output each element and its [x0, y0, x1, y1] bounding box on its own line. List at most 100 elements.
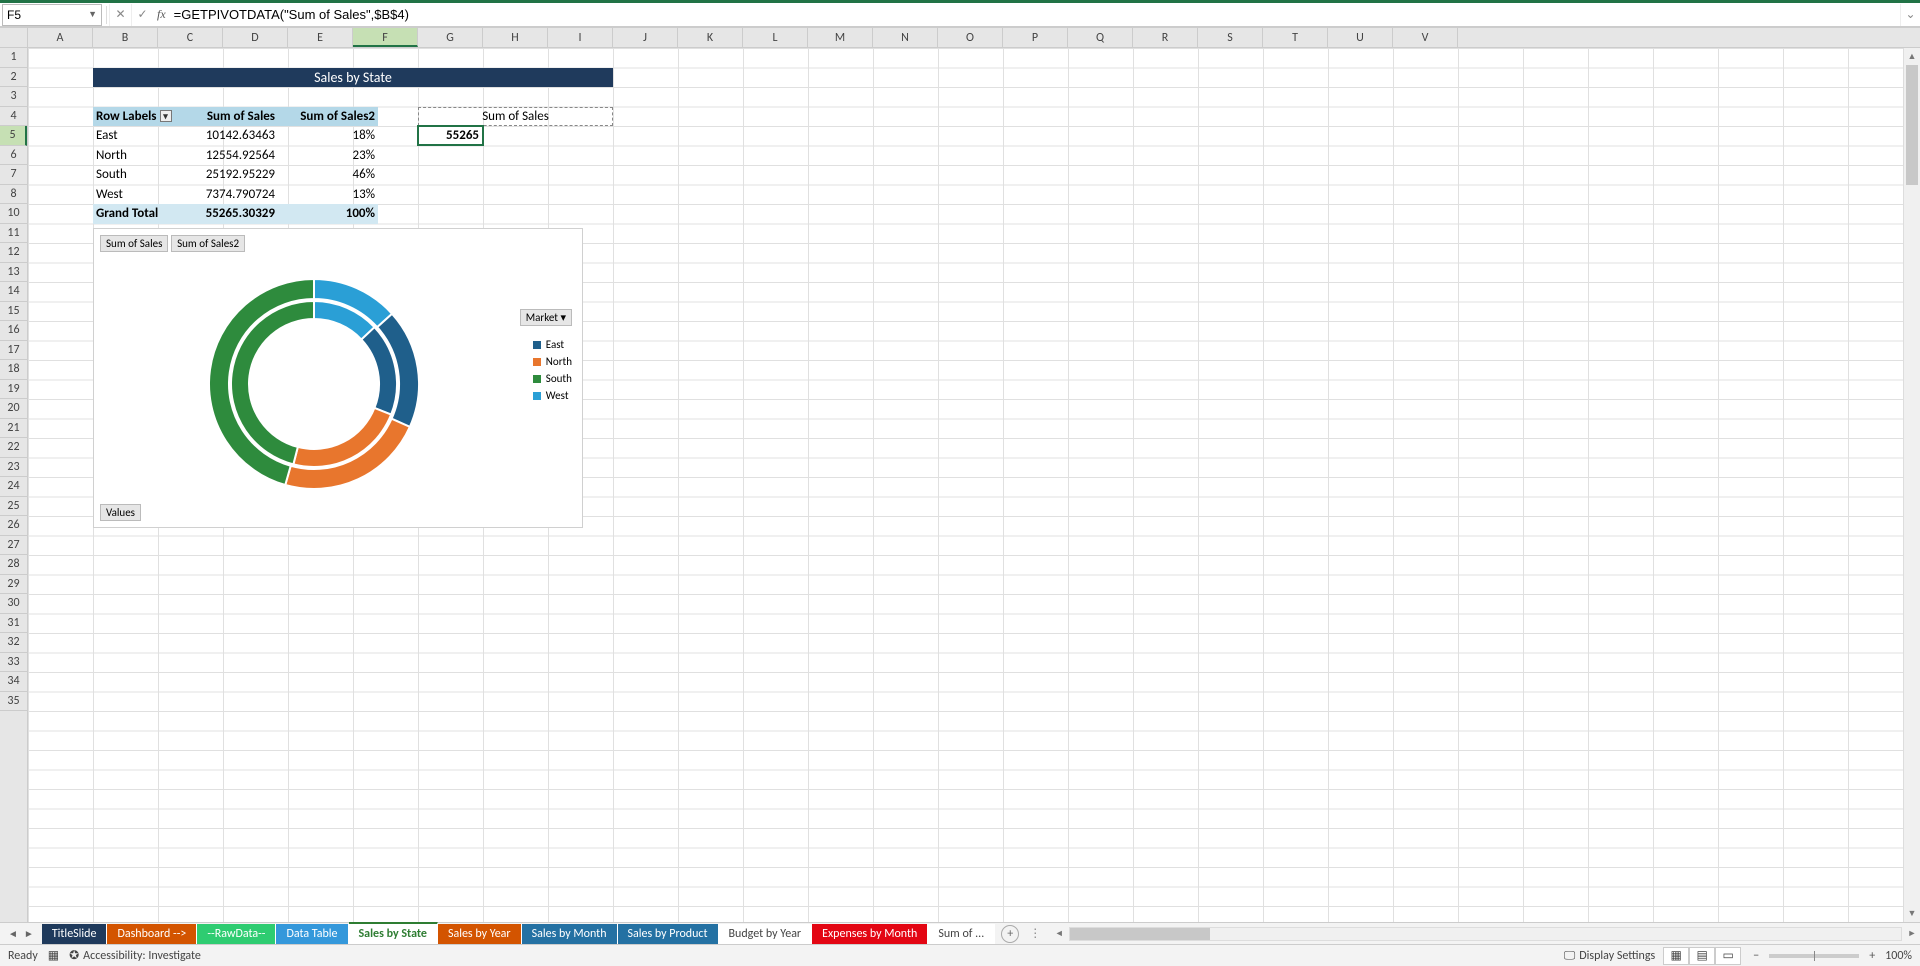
horizontal-scrollbar[interactable] — [1069, 927, 1902, 941]
pivot-filter-dropdown-icon[interactable]: ▾ — [160, 110, 172, 122]
col-header-O[interactable]: O — [938, 28, 1003, 47]
col-header-R[interactable]: R — [1133, 28, 1198, 47]
name-box[interactable]: ▼ — [2, 4, 102, 26]
tab-menu-icon[interactable]: ⋮ — [1025, 926, 1045, 941]
row-header-14[interactable]: 14 — [0, 282, 27, 302]
row-header-23[interactable]: 23 — [0, 458, 27, 478]
row-header-17[interactable]: 17 — [0, 341, 27, 361]
new-sheet-button[interactable]: + — [1001, 925, 1019, 943]
col-header-S[interactable]: S — [1198, 28, 1263, 47]
row-header-31[interactable]: 31 — [0, 614, 27, 634]
col-header-C[interactable]: C — [158, 28, 223, 47]
row-header-3[interactable]: 3 — [0, 87, 27, 107]
sheet-tab[interactable]: Sales by State — [349, 922, 438, 944]
row-header-5[interactable]: 5 — [0, 126, 27, 146]
sheet-tab[interactable]: Sales by Month — [522, 924, 618, 944]
col-header-J[interactable]: J — [613, 28, 678, 47]
row-header-22[interactable]: 22 — [0, 438, 27, 458]
row-header-1[interactable]: 1 — [0, 48, 27, 68]
sheet-tab[interactable]: Sum of ... — [928, 924, 995, 944]
macro-record-icon[interactable]: ▦ — [48, 948, 59, 963]
sheet-tab[interactable]: --RawData-- — [197, 924, 276, 944]
col-header-K[interactable]: K — [678, 28, 743, 47]
name-box-input[interactable] — [7, 8, 88, 22]
col-header-B[interactable]: B — [93, 28, 158, 47]
col-header-N[interactable]: N — [873, 28, 938, 47]
row-header-16[interactable]: 16 — [0, 321, 27, 341]
col-header-I[interactable]: I — [548, 28, 613, 47]
row-header-19[interactable]: 19 — [0, 380, 27, 400]
chart-values-btn[interactable]: Values — [100, 504, 141, 521]
select-all-corner[interactable] — [0, 28, 28, 47]
row-header-24[interactable]: 24 — [0, 477, 27, 497]
col-header-V[interactable]: V — [1393, 28, 1458, 47]
col-header-D[interactable]: D — [223, 28, 288, 47]
row-header-35[interactable]: 35 — [0, 692, 27, 712]
accessibility-status[interactable]: Accessibility: Investigate — [83, 949, 201, 963]
pivot-header-rowlabels[interactable]: Row Labels ▾ — [93, 107, 183, 127]
name-box-dropdown-icon[interactable]: ▼ — [88, 9, 97, 20]
chart-field-btn-2[interactable]: Sum of Sales2 — [171, 235, 245, 252]
row-header-4[interactable]: 4 — [0, 107, 27, 127]
sheet-tab[interactable]: Budget by Year — [719, 924, 813, 944]
view-pagelayout-icon[interactable]: ▤ — [1689, 947, 1715, 965]
sheet-tab[interactable]: TitleSlide — [42, 924, 108, 944]
zoom-level[interactable]: 100% — [1885, 949, 1912, 963]
row-header-30[interactable]: 30 — [0, 594, 27, 614]
row-header-18[interactable]: 18 — [0, 360, 27, 380]
display-settings[interactable]: Display Settings — [1579, 949, 1655, 963]
accessibility-icon[interactable]: ✪ — [69, 948, 79, 963]
zoom-slider[interactable] — [1769, 954, 1859, 958]
hscroll-left-icon[interactable]: ◄ — [1051, 928, 1067, 939]
row-header-8[interactable]: 8 — [0, 185, 27, 205]
sheet-tab[interactable]: Sales by Product — [618, 924, 719, 944]
chart-market-btn[interactable]: Market ▾ — [520, 309, 572, 326]
row-header-29[interactable]: 29 — [0, 575, 27, 595]
sheet-tab[interactable]: Data Table — [276, 924, 348, 944]
col-header-U[interactable]: U — [1328, 28, 1393, 47]
row-header-25[interactable]: 25 — [0, 497, 27, 517]
scroll-down-icon[interactable]: ▼ — [1904, 905, 1920, 922]
row-header-27[interactable]: 27 — [0, 536, 27, 556]
row-header-32[interactable]: 32 — [0, 633, 27, 653]
scroll-thumb[interactable] — [1906, 65, 1918, 185]
col-header-T[interactable]: T — [1263, 28, 1328, 47]
row-header-2[interactable]: 2 — [0, 68, 27, 88]
zoom-out-button[interactable]: − — [1749, 949, 1763, 963]
vertical-scrollbar[interactable]: ▲ ▼ — [1903, 48, 1920, 922]
view-normal-icon[interactable]: ▦ — [1663, 947, 1689, 965]
sheet-tab[interactable]: Sales by Year — [438, 924, 522, 944]
formula-input[interactable] — [170, 4, 1900, 26]
view-pagebreak-icon[interactable]: ▭ — [1715, 947, 1741, 965]
row-header-26[interactable]: 26 — [0, 516, 27, 536]
zoom-in-button[interactable]: + — [1865, 949, 1879, 963]
pivot-chart[interactable]: Sum of Sales Sum of Sales2 Values Market… — [93, 228, 583, 528]
row-header-6[interactable]: 6 — [0, 146, 27, 166]
row-header-7[interactable]: 7 — [0, 165, 27, 185]
row-header-20[interactable]: 20 — [0, 399, 27, 419]
row-header-11[interactable]: 11 — [0, 224, 27, 244]
sheet-tab[interactable]: Expenses by Month — [812, 924, 928, 944]
row-header-10[interactable]: 10 — [0, 204, 27, 224]
cancel-formula-icon[interactable]: ✕ — [109, 4, 131, 26]
row-header-34[interactable]: 34 — [0, 672, 27, 692]
col-header-E[interactable]: E — [288, 28, 353, 47]
row-header-12[interactable]: 12 — [0, 243, 27, 263]
row-header-33[interactable]: 33 — [0, 653, 27, 673]
display-settings-icon[interactable]: 🖵 — [1564, 949, 1576, 963]
tab-nav-prev-icon[interactable]: ◄ — [8, 927, 18, 940]
selected-cell[interactable]: 55265 — [417, 125, 484, 146]
col-header-A[interactable]: A — [28, 28, 93, 47]
hscroll-right-icon[interactable]: ► — [1904, 928, 1920, 939]
row-header-21[interactable]: 21 — [0, 419, 27, 439]
scroll-up-icon[interactable]: ▲ — [1904, 48, 1920, 65]
col-header-L[interactable]: L — [743, 28, 808, 47]
row-header-15[interactable]: 15 — [0, 302, 27, 322]
col-header-Q[interactable]: Q — [1068, 28, 1133, 47]
accept-formula-icon[interactable]: ✓ — [131, 4, 153, 26]
col-header-P[interactable]: P — [1003, 28, 1068, 47]
fx-icon[interactable]: fx — [153, 7, 170, 22]
sheet-tab[interactable]: Dashboard --> — [107, 924, 197, 944]
col-header-M[interactable]: M — [808, 28, 873, 47]
col-header-F[interactable]: F — [353, 28, 418, 47]
